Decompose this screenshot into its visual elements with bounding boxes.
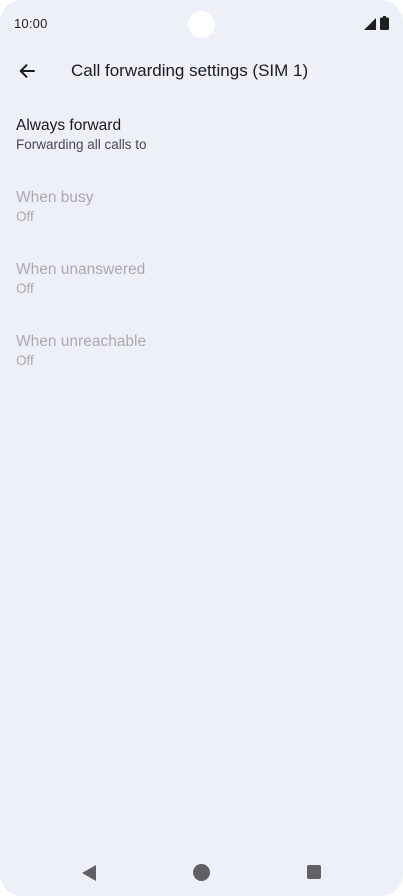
setting-when-unreachable[interactable]: When unreachable Off [0,324,403,396]
nav-recents-icon[interactable] [307,865,321,879]
arrow-back-icon [19,64,35,78]
battery-icon [380,16,389,30]
settings-list: Always forward Forwarding all calls to W… [0,108,403,396]
setting-title: When unreachable [16,333,147,350]
setting-summary: Off [16,209,34,224]
nav-back-icon[interactable] [80,864,98,882]
status-bar: 10:00 [0,0,403,48]
setting-summary: Off [16,281,34,296]
back-button[interactable] [12,56,42,86]
setting-when-busy[interactable]: When busy Off [0,180,403,252]
setting-always-forward[interactable]: Always forward Forwarding all calls to [0,108,403,180]
setting-title: Always forward [16,117,122,134]
setting-title: When unanswered [16,261,146,278]
camera-cutout [188,11,215,38]
app-bar: Call forwarding settings (SIM 1) [0,48,403,94]
phone-screen: 10:00 Call forwarding settings (SIM 1) A… [0,0,403,896]
setting-title: When busy [16,189,94,206]
setting-summary: Off [16,353,34,368]
status-time: 10:00 [14,16,48,31]
setting-when-unanswered[interactable]: When unanswered Off [0,252,403,324]
cell-signal-icon [364,18,376,30]
setting-summary: Forwarding all calls to [16,137,147,152]
navigation-bar [0,848,403,896]
page-title: Call forwarding settings (SIM 1) [71,61,309,80]
nav-home-icon[interactable] [193,864,210,881]
